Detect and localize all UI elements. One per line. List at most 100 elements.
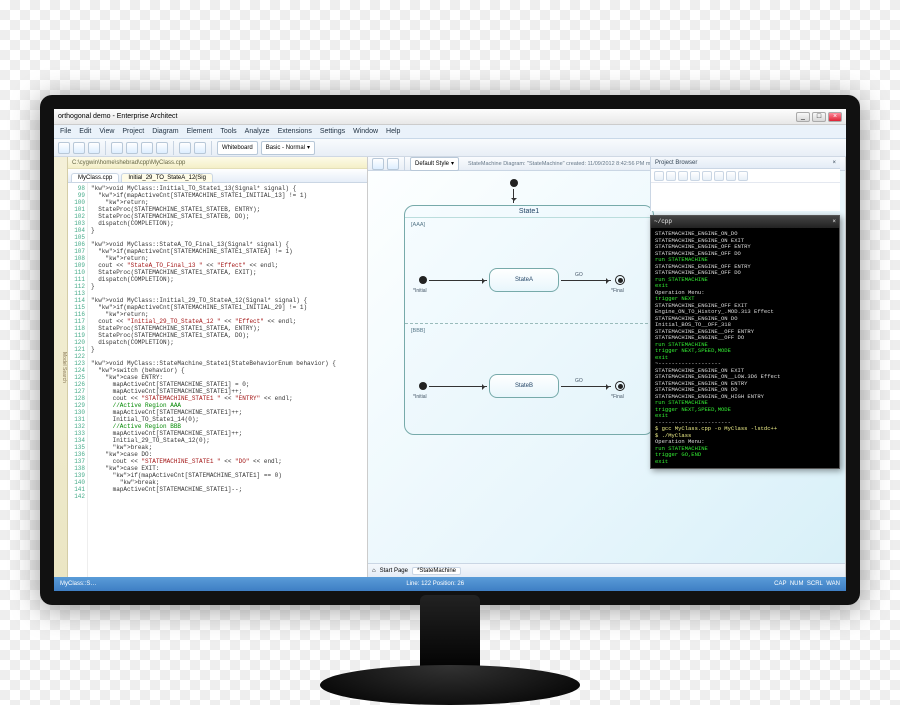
minimize-button[interactable]: _ [796, 112, 810, 122]
menu-settings[interactable]: Settings [320, 128, 345, 135]
cut-icon[interactable] [126, 142, 138, 154]
statusbar: MyClass::S… Line: 122 Position: 26 CAP N… [54, 577, 846, 591]
wan-indicator: WAN [826, 581, 840, 587]
home-icon[interactable]: ⌂ [372, 568, 376, 574]
search-icon[interactable] [690, 171, 700, 181]
initial-pseudostate-icon[interactable] [419, 382, 427, 390]
num-indicator: NUM [790, 581, 804, 587]
code-body[interactable]: 98 99 100 101 102 103 104 105 106 107 10… [68, 183, 367, 577]
project-browser-label: Project Browser [655, 160, 697, 166]
menu-extensions[interactable]: Extensions [278, 128, 312, 135]
save-icon[interactable] [88, 142, 100, 154]
paste-icon[interactable] [156, 142, 168, 154]
editor-tab[interactable]: MyClass.cpp [71, 173, 119, 182]
status-left: MyClass::S… [60, 581, 96, 587]
caps-indicator: CAP [774, 581, 786, 587]
final-pseudostate-icon[interactable] [615, 381, 625, 391]
menu-window[interactable]: Window [353, 128, 378, 135]
final-label: *Final [611, 288, 624, 294]
diagram-style-value: Default Style [415, 161, 449, 167]
initial-label: *Initial [413, 394, 427, 400]
menu-help[interactable]: Help [386, 128, 400, 135]
close-button[interactable]: × [828, 112, 842, 122]
code-text[interactable]: "kw">void MyClass::Initial_TO_State1_13(… [88, 183, 367, 577]
editor-tabs: MyClass.cpp Initial_29_TO_StateA_12(Sig [68, 169, 367, 183]
transition-label: GO [575, 272, 583, 278]
refresh-icon[interactable] [726, 171, 736, 181]
project-browser-pane: Project Browser × [650, 157, 840, 211]
initial-pseudostate-icon[interactable] [419, 276, 427, 284]
down-icon[interactable] [714, 171, 724, 181]
region-aaa: [AAA] *Initial StateA GO *Final [405, 218, 653, 324]
menu-diagram[interactable]: Diagram [152, 128, 178, 135]
toolbar-separator [211, 141, 212, 155]
menu-analyze[interactable]: Analyze [245, 128, 270, 135]
menu-view[interactable]: View [99, 128, 114, 135]
transition-label: GO [575, 378, 583, 384]
zoom-icon[interactable] [372, 158, 384, 170]
console-close-icon[interactable]: × [832, 219, 836, 226]
menu-element[interactable]: Element [187, 128, 213, 135]
transition-arrow [429, 280, 487, 281]
menubar: File Edit View Project Diagram Element Tools An… [54, 125, 846, 139]
gear-icon[interactable] [738, 171, 748, 181]
up-icon[interactable] [702, 171, 712, 181]
new-element-icon[interactable] [678, 171, 688, 181]
style-dropdown[interactable]: Basic - Normal ▾ [261, 141, 315, 155]
state-label: StateB [515, 383, 533, 389]
final-pseudostate-icon[interactable] [615, 275, 625, 285]
console-output[interactable]: STATEMACHINE_ENGINE_ON_DOSTATEMACHINE_EN… [651, 228, 839, 468]
chevron-down-icon: ▾ [451, 160, 454, 167]
region-bbb: [BBB] *Initial StateB GO *Final [405, 324, 653, 430]
transition-arrow [561, 386, 611, 387]
pan-icon[interactable] [387, 158, 399, 170]
redo-icon[interactable] [194, 142, 206, 154]
console-title-text: ~/cpp [654, 219, 672, 226]
sidebar-tab[interactable]: Model Search [54, 157, 68, 577]
menu-project[interactable]: Project [122, 128, 144, 135]
project-browser-toolbar [651, 169, 840, 183]
toolbar-separator [105, 141, 106, 155]
code-editor-pane: C:\cygwin\home\shebrad\cpp\MyClass.cpp M… [68, 157, 368, 577]
initial-pseudostate-icon[interactable] [510, 179, 518, 187]
diagram-tabs: ⌂ Start Page *StateMachine [368, 563, 845, 577]
region-label: [BBB] [411, 328, 425, 334]
state-node[interactable]: StateA [489, 268, 559, 292]
final-label: *Final [611, 394, 624, 400]
undo-icon[interactable] [179, 142, 191, 154]
region-label: [AAA] [411, 222, 425, 228]
composite-state[interactable]: State1 [AAA] *Initial StateA GO [404, 205, 654, 435]
editor-tab[interactable]: Initial_29_TO_StateA_12(Sig [121, 173, 213, 182]
diagram-style-dropdown[interactable]: Default Style ▾ [410, 157, 459, 171]
window-titlebar: orthogonal demo - Enterprise Architect _… [54, 109, 846, 125]
monitor-stand-base [320, 665, 580, 705]
open-icon[interactable] [73, 142, 85, 154]
close-icon[interactable]: × [832, 160, 836, 166]
new-package-icon[interactable] [654, 171, 664, 181]
line-number-gutter: 98 99 100 101 102 103 104 105 106 107 10… [68, 183, 88, 577]
console-window[interactable]: ~/cpp × STATEMACHINE_ENGINE_ON_DOSTATEMA… [650, 215, 840, 469]
tab-start-page[interactable]: Start Page [380, 568, 408, 574]
chevron-down-icon: ▾ [307, 144, 310, 151]
file-path-bar: C:\cygwin\home\shebrad\cpp\MyClass.cpp [68, 157, 367, 169]
maximize-button[interactable]: □ [812, 112, 826, 122]
print-icon[interactable] [111, 142, 123, 154]
state-label: StateA [515, 277, 533, 283]
menu-file[interactable]: File [60, 128, 71, 135]
status-position: Line: 122 Position: 26 [406, 581, 464, 587]
whiteboard-label: Whiteboard [217, 141, 258, 155]
tab-statemachine[interactable]: *StateMachine [412, 567, 461, 575]
main-toolbar: Whiteboard Basic - Normal ▾ [54, 139, 846, 157]
style-dropdown-value: Basic - Normal [266, 145, 305, 151]
menu-edit[interactable]: Edit [79, 128, 91, 135]
new-icon[interactable] [58, 142, 70, 154]
toolbar-separator [173, 141, 174, 155]
project-browser-title: Project Browser × [651, 157, 840, 169]
transition-arrow [429, 386, 487, 387]
new-diagram-icon[interactable] [666, 171, 676, 181]
copy-icon[interactable] [141, 142, 153, 154]
screen: orthogonal demo - Enterprise Architect _… [54, 109, 846, 591]
state-node[interactable]: StateB [489, 374, 559, 398]
status-indicators: CAP NUM SCRL WAN [774, 581, 840, 587]
menu-tools[interactable]: Tools [220, 128, 236, 135]
